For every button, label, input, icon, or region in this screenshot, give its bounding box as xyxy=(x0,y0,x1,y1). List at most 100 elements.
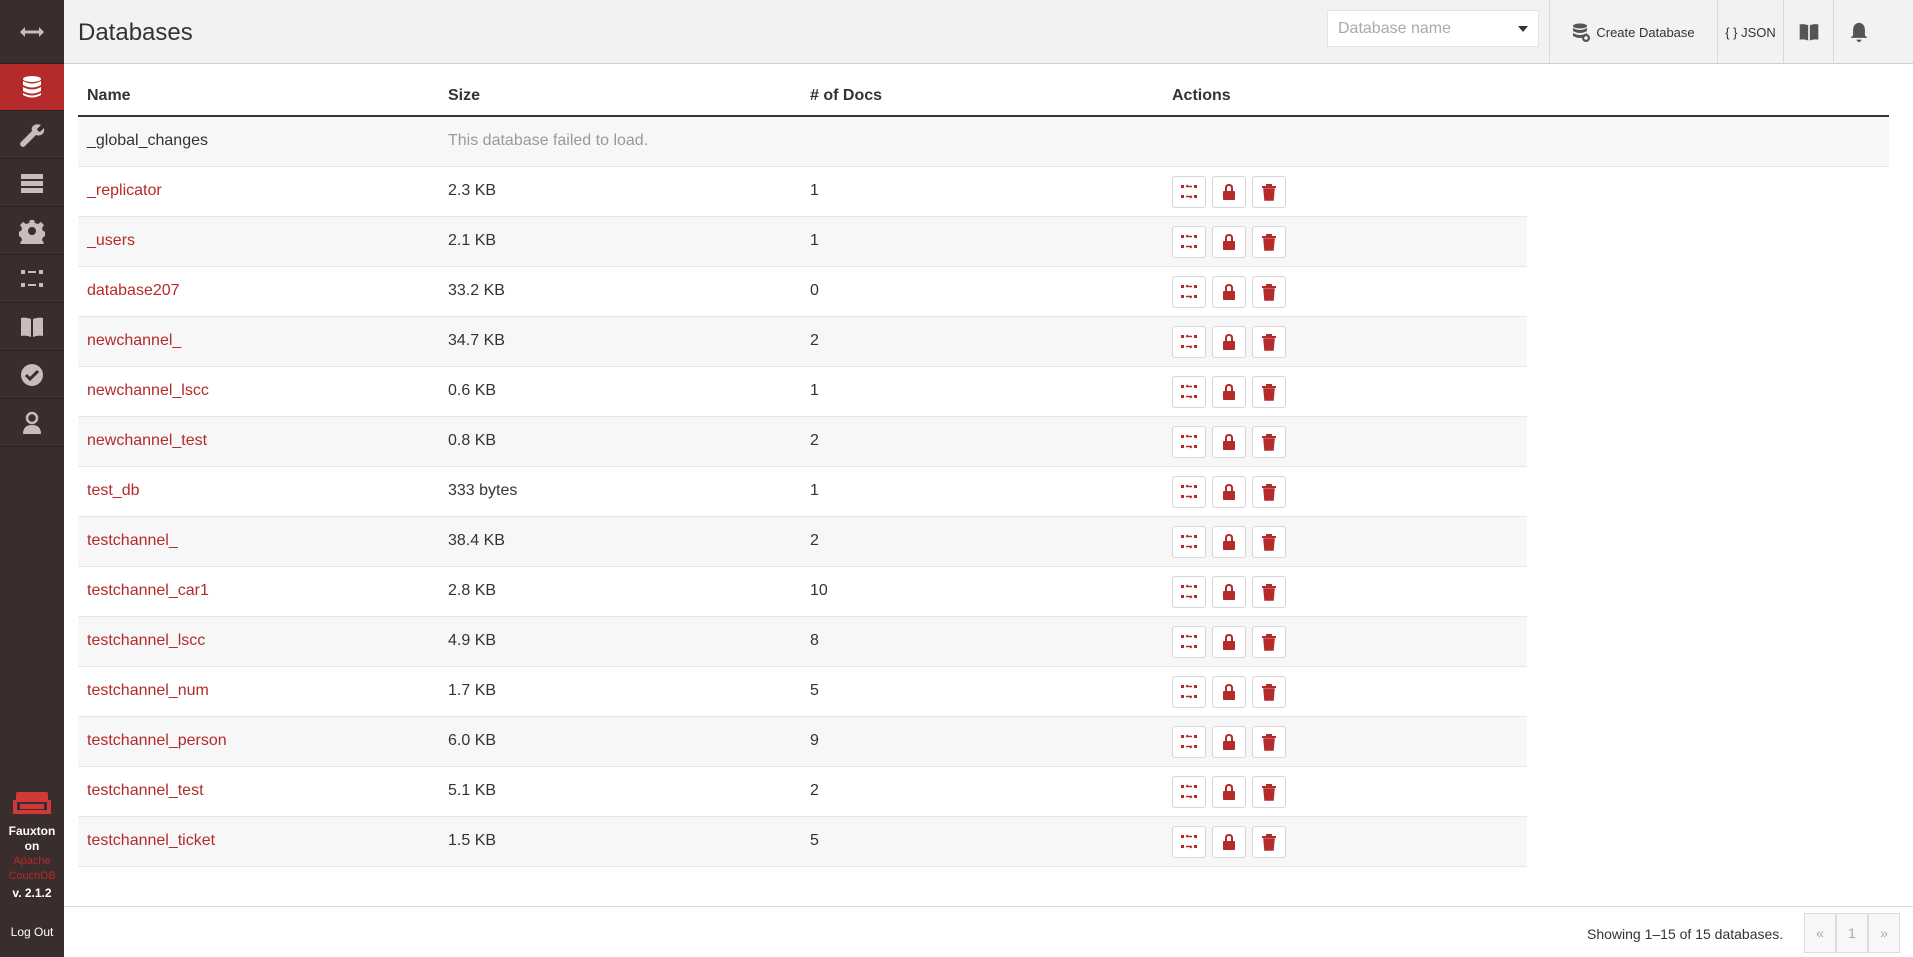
replicate-button[interactable] xyxy=(1172,776,1206,808)
delete-button[interactable] xyxy=(1252,326,1286,358)
database-name-link[interactable]: newchannel_test xyxy=(87,432,207,450)
database-name-link[interactable]: testchannel_car1 xyxy=(87,582,209,600)
database-doc-count: 9 xyxy=(810,732,819,749)
row-actions xyxy=(1172,276,1292,308)
version-label: v. 2.1.2 xyxy=(12,886,52,900)
sidebar-item-setup[interactable] xyxy=(0,112,64,159)
sidebar-item-user[interactable] xyxy=(0,400,64,447)
next-page-button[interactable]: » xyxy=(1868,913,1900,953)
database-name-link[interactable]: database207 xyxy=(87,282,180,300)
row-actions xyxy=(1172,776,1292,808)
replicate-button[interactable] xyxy=(1172,476,1206,508)
page-number[interactable]: 1 xyxy=(1836,913,1868,953)
delete-button[interactable] xyxy=(1252,576,1286,608)
permissions-button[interactable] xyxy=(1212,226,1246,258)
logout-button[interactable]: Log Out xyxy=(0,918,64,946)
permissions-button[interactable] xyxy=(1212,626,1246,658)
sidebar-item-documentation[interactable] xyxy=(0,304,64,351)
database-doc-count: 2 xyxy=(810,782,819,799)
database-name-link[interactable]: testchannel_num xyxy=(87,682,209,700)
permissions-button[interactable] xyxy=(1212,776,1246,808)
lock-icon xyxy=(1223,584,1235,600)
permissions-button[interactable] xyxy=(1212,526,1246,558)
table-row: testchannel_ticket 1.5 KB 5 xyxy=(78,817,1527,867)
database-name-link[interactable]: _replicator xyxy=(87,182,162,200)
permissions-button[interactable] xyxy=(1212,726,1246,758)
database-table: Name Size # of Docs Actions _global_chan… xyxy=(78,77,1889,867)
replication-icon xyxy=(21,270,43,287)
delete-button[interactable] xyxy=(1252,676,1286,708)
delete-button[interactable] xyxy=(1252,376,1286,408)
replicate-button[interactable] xyxy=(1172,276,1206,308)
database-name-link[interactable]: _users xyxy=(87,232,135,250)
delete-button[interactable] xyxy=(1252,826,1286,858)
replicate-button[interactable] xyxy=(1172,326,1206,358)
delete-button[interactable] xyxy=(1252,526,1286,558)
row-actions xyxy=(1172,626,1292,658)
permissions-button[interactable] xyxy=(1212,176,1246,208)
sidebar-item-databases[interactable] xyxy=(0,64,64,111)
permissions-button[interactable] xyxy=(1212,576,1246,608)
chevron-down-icon[interactable] xyxy=(1518,26,1528,32)
database-name-input[interactable] xyxy=(1328,11,1508,46)
permissions-button[interactable] xyxy=(1212,326,1246,358)
database-name-link[interactable]: testchannel_test xyxy=(87,782,204,800)
sidebar-item-verify[interactable] xyxy=(0,352,64,399)
row-actions xyxy=(1172,176,1292,208)
database-name-link[interactable]: testchannel_person xyxy=(87,732,227,750)
trash-icon xyxy=(1262,734,1276,751)
permissions-button[interactable] xyxy=(1212,826,1246,858)
permissions-button[interactable] xyxy=(1212,426,1246,458)
sidebar-toggle-button[interactable] xyxy=(0,0,64,64)
database-name-link[interactable]: testchannel_ xyxy=(87,532,178,550)
replicate-button[interactable] xyxy=(1172,626,1206,658)
replicate-button[interactable] xyxy=(1172,176,1206,208)
database-size: 4.9 KB xyxy=(448,632,497,649)
table-row: testchannel_person 6.0 KB 9 xyxy=(78,717,1527,767)
replicate-icon xyxy=(1181,334,1197,349)
delete-button[interactable] xyxy=(1252,626,1286,658)
column-header-docs[interactable]: # of Docs xyxy=(810,87,882,105)
database-icon xyxy=(23,76,41,98)
replicate-button[interactable] xyxy=(1172,526,1206,558)
delete-button[interactable] xyxy=(1252,776,1286,808)
permissions-button[interactable] xyxy=(1212,376,1246,408)
user-icon xyxy=(23,411,41,434)
replicate-button[interactable] xyxy=(1172,826,1206,858)
documentation-button[interactable] xyxy=(1783,0,1833,64)
replicate-button[interactable] xyxy=(1172,226,1206,258)
permissions-button[interactable] xyxy=(1212,476,1246,508)
wrench-icon xyxy=(20,124,45,147)
column-header-name[interactable]: Name xyxy=(87,87,131,105)
sidebar-item-active-tasks[interactable] xyxy=(0,160,64,207)
replicate-button[interactable] xyxy=(1172,376,1206,408)
database-name-link[interactable]: test_db xyxy=(87,482,139,500)
sidebar-item-config[interactable] xyxy=(0,208,64,255)
create-database-button[interactable]: Create Database xyxy=(1549,0,1717,64)
lock-icon xyxy=(1223,734,1235,750)
replicate-button[interactable] xyxy=(1172,576,1206,608)
database-name-link[interactable]: testchannel_lscc xyxy=(87,632,205,650)
trash-icon xyxy=(1262,384,1276,401)
column-header-size[interactable]: Size xyxy=(448,87,480,105)
database-search[interactable] xyxy=(1327,10,1539,47)
replicate-button[interactable] xyxy=(1172,726,1206,758)
lock-icon xyxy=(1223,434,1235,450)
replicate-button[interactable] xyxy=(1172,426,1206,458)
delete-button[interactable] xyxy=(1252,276,1286,308)
delete-button[interactable] xyxy=(1252,426,1286,458)
delete-button[interactable] xyxy=(1252,176,1286,208)
prev-page-button[interactable]: « xyxy=(1804,913,1836,953)
permissions-button[interactable] xyxy=(1212,276,1246,308)
replicate-button[interactable] xyxy=(1172,676,1206,708)
database-name-link[interactable]: testchannel_ticket xyxy=(87,832,215,850)
notifications-button[interactable] xyxy=(1833,0,1883,64)
delete-button[interactable] xyxy=(1252,226,1286,258)
sidebar-item-replication[interactable] xyxy=(0,256,64,303)
database-name-link[interactable]: newchannel_lscc xyxy=(87,382,209,400)
json-button[interactable]: { } JSON xyxy=(1717,0,1783,64)
delete-button[interactable] xyxy=(1252,476,1286,508)
delete-button[interactable] xyxy=(1252,726,1286,758)
database-name-link[interactable]: newchannel_ xyxy=(87,332,181,350)
permissions-button[interactable] xyxy=(1212,676,1246,708)
